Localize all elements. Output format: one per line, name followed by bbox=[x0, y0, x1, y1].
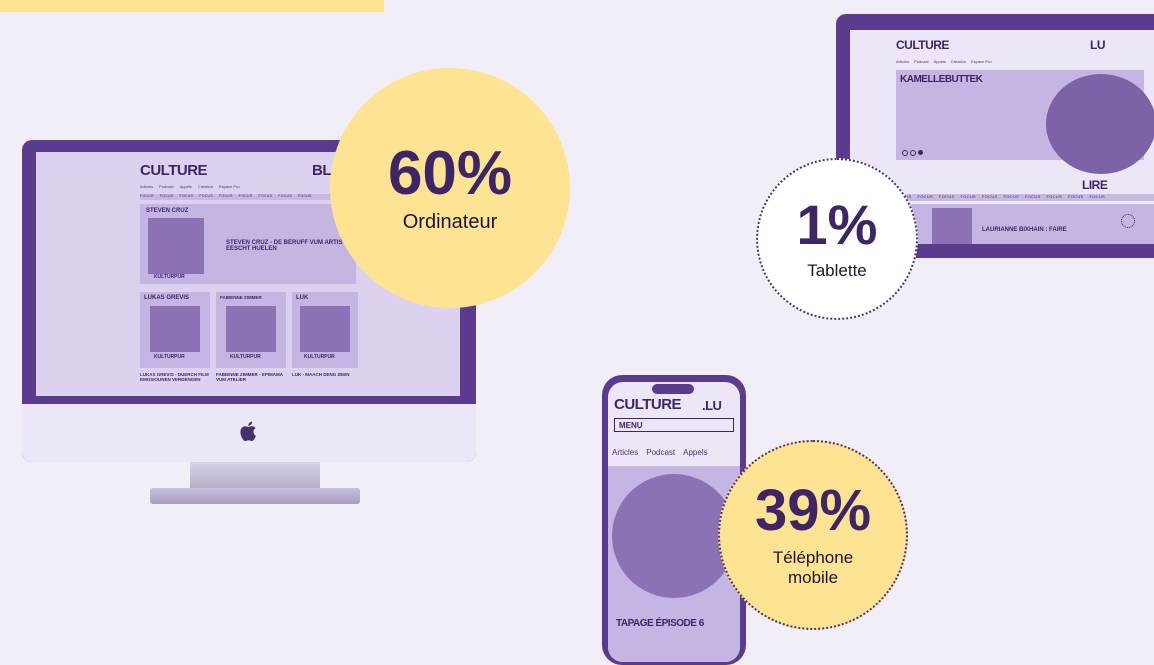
phone-nav-item[interactable]: Articles bbox=[612, 448, 638, 457]
phone-stat-label: Téléphone mobile bbox=[772, 548, 854, 587]
desktop-stand-base bbox=[150, 488, 360, 504]
article-badge: KULTURPUR bbox=[230, 354, 261, 360]
tablet-nav-item[interactable]: Podcast bbox=[914, 59, 928, 64]
tablet-nav-item[interactable]: Espace Pro bbox=[971, 59, 992, 64]
tablet-article-row[interactable]: LAURIANNE BIXHAIN : FAIRE bbox=[896, 204, 1154, 244]
tablet-hero-dots[interactable] bbox=[902, 150, 923, 156]
tablet-nav-item[interactable]: Création bbox=[951, 59, 966, 64]
tablet-hero-title: KAMELLEBUTTEK bbox=[900, 74, 983, 85]
phone-stat-percent: 39% bbox=[754, 478, 872, 544]
desktop-stat-percent: 60% bbox=[387, 138, 513, 208]
desktop-nav-item[interactable]: Espace Pro bbox=[219, 184, 240, 189]
article-card-name: LUKAS GREVIS bbox=[144, 295, 190, 301]
article-badge: KULTURPUR bbox=[154, 354, 185, 360]
apple-logo-icon bbox=[238, 419, 260, 443]
article-photo bbox=[300, 306, 350, 352]
desktop-brand: CULTURE bbox=[140, 162, 208, 179]
article-card-name: LUK bbox=[296, 295, 309, 301]
feature-card[interactable]: STEVEN CRUZ KULTURPUR STEVEN CRUZ - DE B… bbox=[140, 204, 356, 284]
phone-brand: CULTURE bbox=[614, 396, 682, 413]
article-badge: KULTURPUR bbox=[304, 354, 335, 360]
phone-nav-item[interactable]: Podcast bbox=[646, 448, 675, 457]
phone-stat-circle: 39% Téléphone mobile bbox=[718, 440, 908, 630]
feature-photo bbox=[148, 218, 204, 274]
tablet-article-photo bbox=[932, 208, 972, 244]
article-card[interactable]: FABIENNE ZIMMER KULTURPUR bbox=[216, 292, 286, 368]
tablet-article-title: LAURIANNE BIXHAIN : FAIRE bbox=[982, 227, 1067, 233]
desktop-stand-neck bbox=[190, 462, 320, 490]
article-card-name: FABIENNE ZIMMER bbox=[220, 295, 262, 300]
article-photo bbox=[226, 306, 276, 352]
tablet-nav-item[interactable]: Articles bbox=[896, 59, 909, 64]
feature-title: STEVEN CRUZ - DE BERUFF VUM ARTIST EESCH… bbox=[226, 240, 347, 252]
phone-episode-title: TAPAGE ÉPISODE 6 bbox=[616, 618, 704, 629]
feature-badge: KULTURPUR bbox=[154, 274, 185, 280]
tablet-nav: Articles Podcast Appels Création Espace … bbox=[896, 59, 992, 64]
phone-nav: Articles Podcast Appels bbox=[612, 448, 708, 457]
phone-notch bbox=[652, 384, 694, 394]
tablet-focus-strip: FOCUS FOCUS FOCUS FOCUS FOCUS FOCUS FOCUS FOCUS… bbox=[896, 194, 1154, 201]
desktop-nav: Articles Podcast Appels Création Espace … bbox=[140, 184, 240, 189]
tablet-stat-label: Tablette bbox=[807, 261, 867, 281]
loading-spinner-icon bbox=[1121, 214, 1135, 228]
phone-menu-button[interactable]: MENU bbox=[614, 418, 734, 432]
tablet-nav-item[interactable]: Appels bbox=[934, 59, 946, 64]
article-title[interactable]: LUKAS GREVIS - DUERCH FILM EMOSIOUNEN VE… bbox=[140, 372, 210, 382]
top-banner-strip bbox=[0, 0, 384, 12]
desktop-stat-circle: 60% Ordinateur bbox=[330, 68, 570, 308]
desktop-nav-item[interactable]: Appels bbox=[180, 184, 192, 189]
desktop-stat-label: Ordinateur bbox=[402, 210, 498, 233]
article-card[interactable]: LUKAS GREVIS KULTURPUR bbox=[140, 292, 210, 368]
article-card[interactable]: LUK KULTURPUR bbox=[292, 292, 358, 368]
tablet-section-title: LIRE bbox=[1082, 178, 1108, 192]
desktop-nav-item[interactable]: Articles bbox=[140, 184, 153, 189]
tablet-stat-circle: 1% Tablette bbox=[756, 158, 918, 320]
phone-brand-right: .LU bbox=[702, 398, 722, 413]
tablet-hero-collage bbox=[1046, 74, 1154, 174]
desktop-nav-item[interactable]: Création bbox=[198, 184, 213, 189]
desktop-focus-strip: FOCUS FOCUS FOCUS FOCUS FOCUS FOCUS FOCUS FOCUS… bbox=[140, 194, 340, 200]
article-title[interactable]: FABIENNE ZIMMER - EPIMAMA VUM ATELIER bbox=[216, 372, 286, 382]
desktop-nav-item[interactable]: Podcast bbox=[159, 184, 173, 189]
article-photo bbox=[150, 306, 200, 352]
tablet-brand-right: LU bbox=[1090, 38, 1106, 52]
tablet-stat-percent: 1% bbox=[796, 193, 878, 257]
phone-nav-item[interactable]: Appels bbox=[683, 448, 707, 457]
tablet-hero[interactable]: KAMELLEBUTTEK bbox=[896, 70, 1154, 174]
feature-name: STEVEN CRUZ bbox=[146, 208, 189, 214]
article-title[interactable]: LUK - MAACH DENG ZEEN bbox=[292, 372, 358, 377]
tablet-brand: CULTURE bbox=[896, 38, 949, 52]
phone-episode-card[interactable]: TAPAGE ÉPISODE 6 bbox=[608, 466, 740, 662]
desktop-brand-right: BL bbox=[312, 162, 332, 179]
